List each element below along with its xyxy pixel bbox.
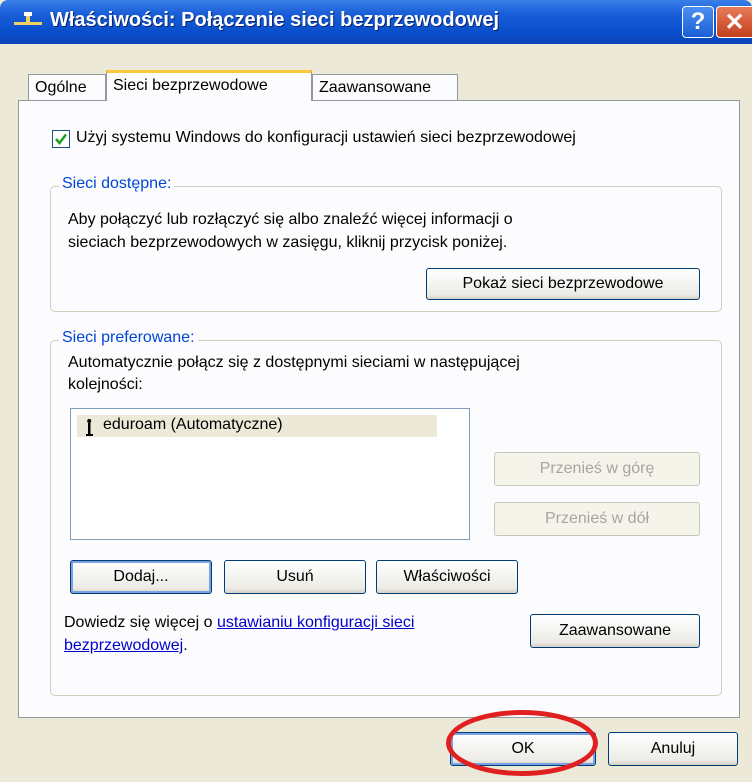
- learn-more-suffix: .: [183, 637, 188, 654]
- use-windows-label: Użyj systemu Windows do konfiguracji ust…: [76, 129, 576, 146]
- preferred-networks-description-2: kolejności:: [68, 376, 143, 393]
- network-connection-icon: [14, 12, 42, 25]
- checkmark-icon: [55, 133, 68, 146]
- move-down-button[interactable]: Przenieś w dół: [494, 502, 700, 536]
- available-networks-description-1: Aby połączyć lub rozłączyć się albo znal…: [68, 211, 513, 228]
- learn-more-link[interactable]: ustawianiu konfiguracji sieci: [217, 614, 414, 631]
- learn-more-text-line2: bezprzewodowej.: [64, 637, 188, 655]
- use-windows-checkbox[interactable]: [52, 130, 70, 148]
- available-networks-legend: Sieci dostępne:: [59, 175, 175, 193]
- learn-more-prefix: Dowiedz się więcej o: [64, 614, 213, 631]
- wireless-antenna-icon: [86, 419, 93, 436]
- preferred-networks-legend: Sieci preferowane:: [59, 329, 198, 347]
- tab-advanced[interactable]: Zaawansowane: [312, 74, 458, 100]
- cancel-button[interactable]: Anuluj: [608, 732, 738, 766]
- tab-wireless-networks[interactable]: Sieci bezprzewodowe: [106, 70, 312, 101]
- tab-general[interactable]: Ogólne: [28, 74, 106, 100]
- show-wireless-networks-button[interactable]: Pokaż sieci bezprzewodowe: [426, 268, 700, 300]
- properties-button[interactable]: Właściwości: [376, 560, 518, 594]
- list-item-label: eduroam (Automatyczne): [103, 416, 283, 433]
- help-button[interactable]: ?: [682, 6, 714, 38]
- preferred-networks-list[interactable]: eduroam (Automatyczne): [70, 408, 470, 540]
- window-title: Właściwości: Połączenie sieci bezprzewod…: [50, 9, 500, 31]
- learn-more-link-continued[interactable]: bezprzewodowej: [64, 637, 183, 654]
- add-button[interactable]: Dodaj...: [70, 560, 212, 594]
- ok-button[interactable]: OK: [450, 732, 596, 766]
- list-item[interactable]: eduroam (Automatyczne): [77, 415, 437, 437]
- advanced-button[interactable]: Zaawansowane: [530, 614, 700, 648]
- title-bar: Właściwości: Połączenie sieci bezprzewod…: [0, 0, 752, 44]
- move-up-button[interactable]: Przenieś w górę: [494, 452, 700, 486]
- available-networks-description-2: sieciach bezprzewodowych w zasięgu, klik…: [68, 234, 508, 251]
- preferred-networks-description-1: Automatycznie połącz się z dostępnymi si…: [68, 354, 520, 371]
- remove-button[interactable]: Usuń: [224, 560, 366, 594]
- close-button[interactable]: ✕: [716, 6, 752, 38]
- learn-more-text: Dowiedz się więcej o ustawianiu konfigur…: [64, 614, 414, 632]
